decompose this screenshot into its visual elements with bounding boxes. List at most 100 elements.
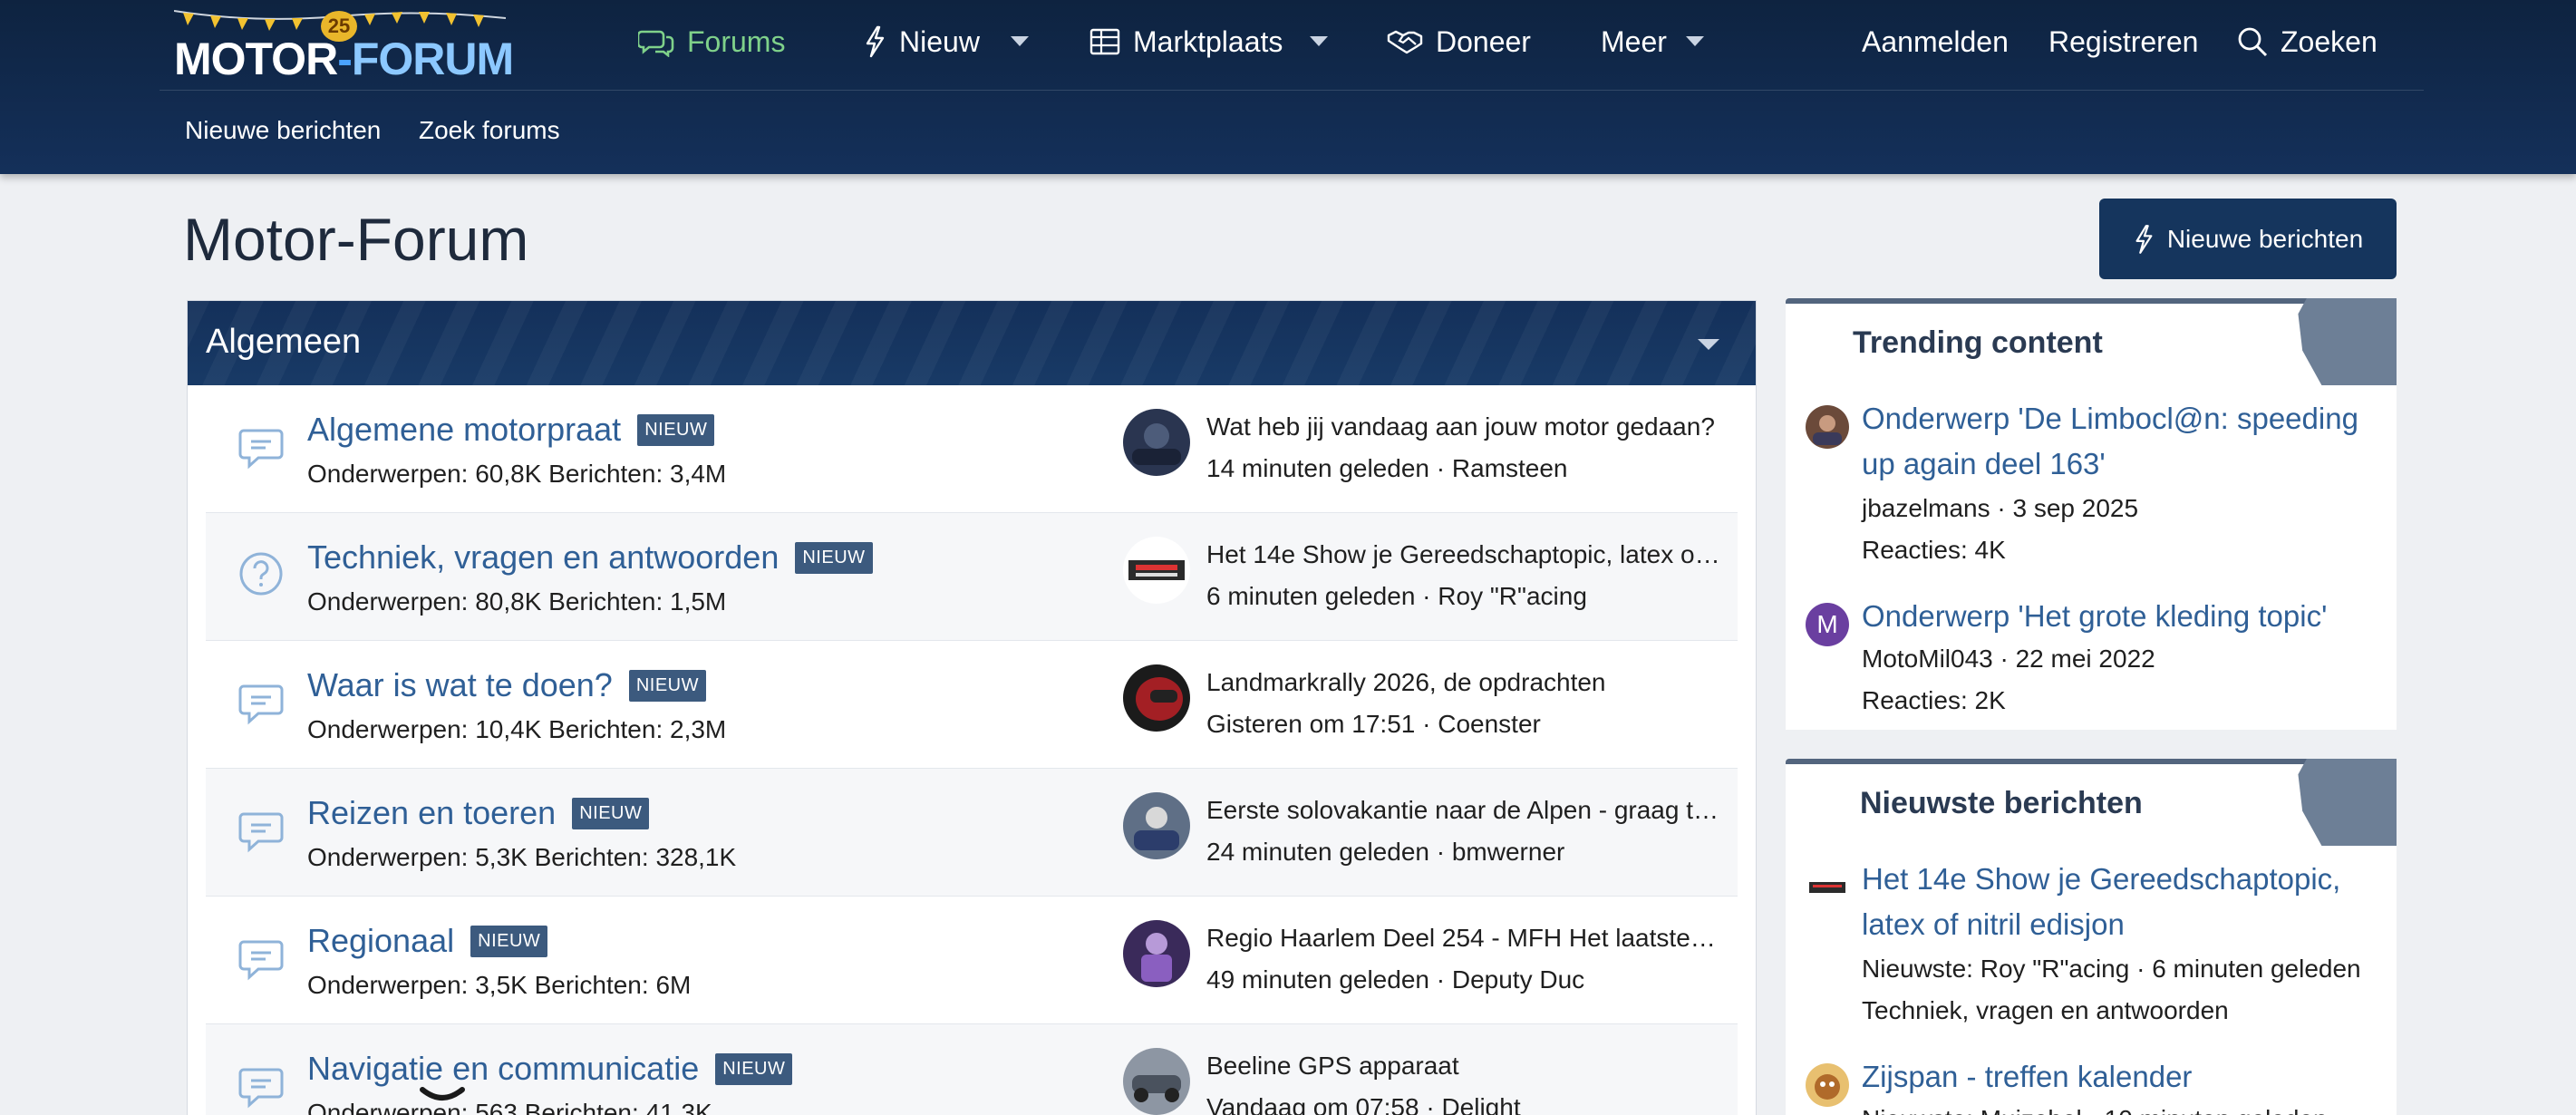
forum-node: Algemene motorpraat NIEUW Onderwerpen: 60… [206, 385, 1738, 513]
forum-node-stats: Onderwerpen: 5,3K Berichten: 328,1K [307, 843, 737, 871]
new-posts-button-label: Nieuwe berichten [2166, 224, 2364, 253]
trending-item-replies: Reacties: 2K [1862, 686, 2006, 714]
nav-marktplaats[interactable]: Marktplaats [1089, 20, 1283, 63]
new-posts-button[interactable]: Nieuwe berichten [2099, 199, 2397, 279]
last-post-title[interactable]: Wat heb jij vandaag aan jouw motor gedaa… [1206, 412, 1721, 441]
widget-corner-decoration [2298, 759, 2397, 846]
logo-wordmark: MOTOR-FORUM [174, 34, 514, 84]
latest-item-title[interactable]: Het 14e Show je Gereedschaptopic, latex … [1862, 857, 2387, 947]
new-badge: NIEUW [572, 798, 650, 829]
new-badge: NIEUW [470, 926, 548, 957]
nav-doneer[interactable]: Doneer [1387, 20, 1531, 63]
avatar[interactable] [1123, 409, 1190, 476]
last-post-title[interactable]: Het 14e Show je Gereedschaptopic, latex … [1206, 540, 1721, 569]
register-label: Registreren [2048, 24, 2199, 58]
new-badge: NIEUW [637, 414, 715, 446]
page-title: Motor-Forum [183, 206, 529, 273]
forum-node-stats: Onderwerpen: 563 Berichten: 41,3K [307, 1099, 712, 1115]
new-badge: NIEUW [715, 1053, 793, 1085]
search-link[interactable]: Zoeken [2237, 20, 2377, 63]
last-post-meta: 24 minuten geleden · bmwerner [1206, 838, 1565, 866]
trending-widget: Trending content Onderwerp 'De Limbocl@n… [1786, 298, 2397, 730]
trending-item-author: jbazelmans · 3 sep 2025 [1862, 494, 2139, 522]
scroll-down-chevron-icon[interactable] [419, 1082, 466, 1110]
category-block: Algemeen Algemene motorpraat NIEUW Onderw… [187, 300, 1757, 1115]
avatar[interactable] [1806, 1063, 1849, 1107]
header-divider [160, 90, 2424, 91]
new-badge: NIEUW [628, 670, 707, 702]
last-post-title[interactable]: Regio Haarlem Deel 254 - MFH Het laatste… [1206, 924, 1721, 953]
search-label: Zoeken [2281, 24, 2377, 58]
forum-node-title[interactable]: Waar is wat te doen? NIEUW [307, 666, 707, 704]
nav-forums[interactable]: Forums [638, 20, 785, 63]
nav-nieuw-label: Nieuw [899, 24, 980, 58]
avatar[interactable] [1806, 405, 1849, 449]
avatar[interactable] [1123, 664, 1190, 732]
subnav-new-posts[interactable]: Nieuwe berichten [185, 116, 381, 145]
forum-node-stats: Onderwerpen: 60,8K Berichten: 3,4M [307, 460, 727, 488]
forum-node-title[interactable]: Techniek, vragen en antwoorden NIEUW [307, 538, 873, 577]
avatar[interactable]: M [1806, 603, 1849, 646]
latest-posts-widget: Nieuwste berichten Het 14e Show je Geree… [1786, 759, 2397, 1115]
forum-node-title[interactable]: Algemene motorpraat NIEUW [307, 411, 715, 449]
category-title: Algemeen [206, 323, 362, 361]
forum-node: Regionaal NIEUW Onderwerpen: 3,5K Bericht… [206, 897, 1738, 1024]
search-icon [2238, 27, 2268, 57]
trending-item-author: MotoMil043 · 22 mei 2022 [1862, 645, 2155, 673]
last-post-meta: 14 minuten geleden · Ramsteen [1206, 454, 1568, 482]
nav-forums-label: Forums [687, 24, 786, 58]
nav-marktplaats-dropdown-icon[interactable] [1310, 36, 1328, 46]
nav-doneer-label: Doneer [1436, 24, 1531, 58]
forum-node-stats: Onderwerpen: 10,4K Berichten: 2,3M [307, 715, 727, 743]
category-header[interactable]: Algemeen [188, 301, 1756, 385]
login-link[interactable]: Aanmelden [1862, 20, 2009, 63]
nav-meer[interactable]: Meer [1601, 20, 1667, 63]
latest-item-title[interactable]: Zijspan - treffen kalender [1862, 1054, 2387, 1100]
trending-item-replies: Reacties: 4K [1862, 536, 2006, 564]
forum-node-title[interactable]: Regionaal NIEUW [307, 922, 548, 960]
forum-node-title[interactable]: Navigatie en communicatie NIEUW [307, 1050, 793, 1088]
forum-node: Techniek, vragen en antwoorden NIEUW Onde… [206, 513, 1738, 641]
site-header: 25 MOTOR-FORUM Forums Nieuw Marktplaats … [0, 0, 2576, 174]
latest-item-forum[interactable]: Techniek, vragen en antwoorden [1862, 996, 2229, 1025]
subnav-search-forums[interactable]: Zoek forums [419, 116, 560, 145]
nav-meer-label: Meer [1601, 24, 1667, 58]
nav-meer-dropdown-icon[interactable] [1686, 36, 1704, 46]
avatar[interactable] [1123, 792, 1190, 859]
nav-nieuw[interactable]: Nieuw [863, 20, 980, 63]
handshake-icon [1387, 30, 1423, 54]
login-label: Aanmelden [1862, 24, 2009, 58]
latest-item-meta: Nieuwste: Muizebel · 10 minuten geleden [1862, 1105, 2328, 1115]
chat-bubble-icon [238, 429, 284, 470]
register-link[interactable]: Registreren [2048, 20, 2198, 63]
forum-node: Waar is wat te doen? NIEUW Onderwerpen: 1… [206, 641, 1738, 769]
chat-bubble-icon [238, 940, 284, 981]
lightning-icon [2135, 224, 2153, 254]
forum-node-title[interactable]: Reizen en toeren NIEUW [307, 794, 650, 832]
chat-bubble-icon [238, 812, 284, 853]
last-post-meta: Gisteren om 17:51 · Coenster [1206, 710, 1541, 738]
trending-title: Trending content [1853, 325, 2103, 360]
forum-node: Reizen en toeren NIEUW Onderwerpen: 5,3K … [206, 769, 1738, 897]
avatar[interactable] [1806, 866, 1849, 909]
trending-item-title[interactable]: Onderwerp 'Het grote kleding topic' [1862, 594, 2387, 639]
last-post-title[interactable]: Landmarkrally 2026, de opdrachten [1206, 668, 1721, 697]
last-post-title[interactable]: Beeline GPS apparaat [1206, 1052, 1721, 1081]
table-icon [1089, 28, 1120, 55]
question-circle-icon [239, 552, 283, 596]
site-logo[interactable]: 25 MOTOR-FORUM [174, 7, 514, 84]
last-post-title[interactable]: Eerste solovakantie naar de Alpen - graa… [1206, 796, 1721, 825]
avatar[interactable] [1123, 1048, 1190, 1115]
chat-bubble-icon [238, 1068, 284, 1109]
last-post-meta: Vandaag om 07:58 · Delight [1206, 1093, 1521, 1115]
trending-item-title[interactable]: Onderwerp 'De Limbocl@n: speeding up aga… [1862, 396, 2387, 487]
lightning-icon [866, 25, 885, 58]
collapse-toggle-icon[interactable] [1698, 339, 1719, 350]
new-badge: NIEUW [795, 542, 873, 574]
forum-node-stats: Onderwerpen: 80,8K Berichten: 1,5M [307, 587, 727, 616]
latest-item-meta: Nieuwste: Roy "R"acing · 6 minuten geled… [1862, 955, 2361, 983]
nav-nieuw-dropdown-icon[interactable] [1011, 36, 1029, 46]
avatar[interactable] [1123, 537, 1190, 604]
latest-posts-title: Nieuwste berichten [1860, 786, 2143, 820]
avatar[interactable] [1123, 920, 1190, 987]
